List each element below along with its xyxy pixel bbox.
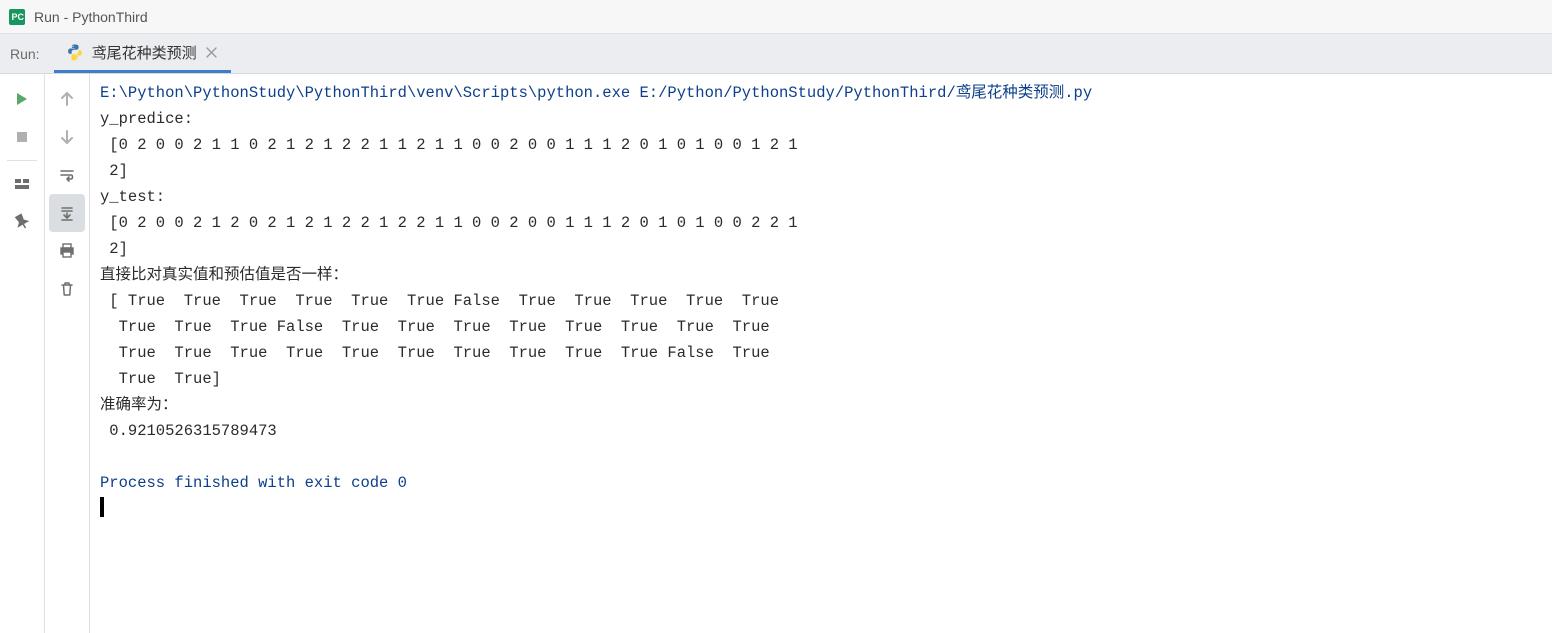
title-bar: PC Run - PythonThird <box>0 0 1552 34</box>
python-file-icon <box>66 43 84 61</box>
console-line: [0 2 0 0 2 1 2 0 2 1 2 1 2 2 1 2 2 1 1 0… <box>100 214 798 232</box>
layout-button[interactable] <box>4 165 40 203</box>
print-button[interactable] <box>49 232 85 270</box>
console-line: 准确率为： <box>100 396 178 414</box>
soft-wrap-button[interactable] <box>49 156 85 194</box>
up-button[interactable] <box>49 80 85 118</box>
run-label: Run: <box>0 34 54 73</box>
stop-button[interactable] <box>4 118 40 156</box>
pycharm-icon: PC <box>8 8 26 26</box>
rerun-button[interactable] <box>4 80 40 118</box>
main-area: E:\Python\PythonStudy\PythonThird\venv\S… <box>0 74 1552 633</box>
divider <box>7 160 37 161</box>
command-line: E:\Python\PythonStudy\PythonThird\venv\S… <box>100 84 1092 102</box>
scroll-to-end-button[interactable] <box>49 194 85 232</box>
console-line: [0 2 0 0 2 1 1 0 2 1 2 1 2 2 1 1 2 1 1 0… <box>100 136 798 154</box>
console-line: True True True True True True True True … <box>100 344 770 362</box>
pin-button[interactable] <box>4 203 40 241</box>
down-button[interactable] <box>49 118 85 156</box>
console-line: 0.9210526315789473 <box>100 422 277 440</box>
console-line: [ True True True True True True False Tr… <box>100 292 779 310</box>
svg-text:PC: PC <box>12 12 25 22</box>
console-line: y_predice: <box>100 110 193 128</box>
window-title: Run - PythonThird <box>34 9 148 25</box>
close-icon[interactable] <box>205 45 219 59</box>
console-line: 直接比对真实值和预估值是否一样： <box>100 266 348 284</box>
exit-message: Process finished with exit code 0 <box>100 474 407 492</box>
console-line: 2] <box>100 162 128 180</box>
tab-run-configuration[interactable]: 鸢尾花种类预测 <box>54 34 231 73</box>
tab-label: 鸢尾花种类预测 <box>92 42 197 63</box>
clear-all-button[interactable] <box>49 270 85 308</box>
secondary-toolbar <box>45 74 90 633</box>
tab-row: Run: 鸢尾花种类预测 <box>0 34 1552 74</box>
primary-toolbar <box>0 74 45 633</box>
text-cursor <box>100 497 104 517</box>
console-line: True True True False True True True True… <box>100 318 770 336</box>
console-line: 2] <box>100 240 128 258</box>
console-output[interactable]: E:\Python\PythonStudy\PythonThird\venv\S… <box>90 74 1552 633</box>
console-line: y_test: <box>100 188 165 206</box>
console-line: True True] <box>100 370 221 388</box>
